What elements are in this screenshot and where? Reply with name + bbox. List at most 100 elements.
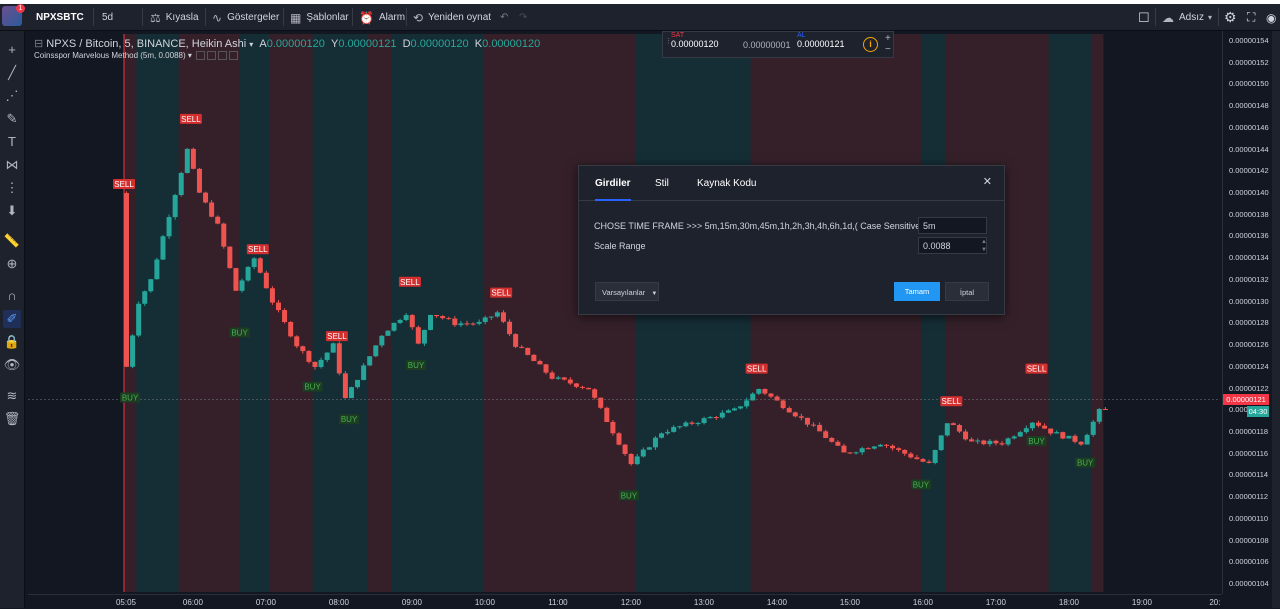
brush-icon[interactable]: ✎: [3, 110, 21, 128]
buy-button[interactable]: AL 0.00000121: [797, 32, 845, 57]
candle-body[interactable]: [336, 343, 342, 374]
candle-body[interactable]: [330, 343, 336, 353]
candle-body[interactable]: [1072, 435, 1078, 442]
candle-body[interactable]: [403, 315, 409, 320]
sell-button[interactable]: SAT 0.00000120: [671, 32, 719, 57]
candle-body[interactable]: [987, 440, 993, 445]
defaults-dropdown[interactable]: Varsayılanlar ▼: [595, 282, 659, 301]
avatar[interactable]: 1: [2, 4, 25, 26]
candle-body[interactable]: [361, 365, 367, 380]
candle-body[interactable]: [665, 431, 671, 434]
candle-body[interactable]: [567, 379, 573, 384]
candle-body[interactable]: [841, 445, 847, 453]
candle-body[interactable]: [1096, 409, 1102, 422]
indicators-button[interactable]: ∿ Göstergeler: [212, 4, 279, 31]
candle-body[interactable]: [136, 303, 142, 336]
candle-body[interactable]: [920, 459, 926, 462]
candle-body[interactable]: [227, 246, 233, 269]
candle-body[interactable]: [154, 259, 160, 280]
cancel-button[interactable]: İptal: [945, 282, 989, 301]
candle-body[interactable]: [835, 441, 841, 446]
candle-body[interactable]: [306, 351, 312, 362]
candle-body[interactable]: [580, 386, 585, 388]
candle-body[interactable]: [1011, 436, 1017, 439]
camera-icon[interactable]: ◉: [1266, 4, 1276, 31]
text-tool-icon[interactable]: T: [3, 133, 21, 151]
candle-body[interactable]: [1029, 422, 1035, 429]
candle-body[interactable]: [634, 456, 640, 465]
candle-body[interactable]: [610, 421, 616, 434]
indicator-more-icon[interactable]: [229, 51, 239, 61]
candle-body[interactable]: [1036, 422, 1041, 426]
candle-body[interactable]: [434, 314, 440, 317]
candle-body[interactable]: [963, 431, 969, 440]
candle-body[interactable]: [756, 389, 762, 394]
candle-body[interactable]: [543, 364, 549, 373]
candle-body[interactable]: [993, 440, 999, 444]
candle-body[interactable]: [592, 389, 598, 398]
candle-body[interactable]: [689, 422, 695, 424]
candle-body[interactable]: [421, 329, 427, 344]
ruler-icon[interactable]: 📏: [3, 232, 21, 250]
candle-body[interactable]: [865, 448, 871, 450]
candle-body[interactable]: [190, 148, 196, 169]
candle-body[interactable]: [616, 433, 622, 445]
candle-body[interactable]: [555, 377, 561, 379]
candle-body[interactable]: [178, 172, 184, 196]
ok-button[interactable]: Tamam: [894, 282, 940, 301]
trend-line-icon[interactable]: ╱: [3, 64, 21, 82]
stepper-up-icon[interactable]: ▲: [981, 239, 987, 245]
candle-body[interactable]: [622, 444, 628, 454]
alarm-button[interactable]: ⏰ Alarm: [359, 4, 405, 31]
candle-body[interactable]: [877, 444, 883, 447]
layout-select-icon[interactable]: ☐: [1138, 4, 1150, 31]
candle-body[interactable]: [732, 408, 737, 411]
arrow-down-icon[interactable]: ⬇: [3, 202, 21, 220]
candle-body[interactable]: [379, 335, 385, 346]
lock-icon[interactable]: 🔒: [3, 333, 21, 351]
candle-body[interactable]: [1102, 409, 1108, 411]
candle-body[interactable]: [1084, 434, 1090, 445]
candle-body[interactable]: [500, 312, 506, 322]
candle-body[interactable]: [324, 352, 330, 360]
plus-icon[interactable]: +: [885, 33, 891, 44]
symbol-search-button[interactable]: NPXSBTC: [36, 4, 84, 31]
candle-body[interactable]: [300, 346, 306, 352]
indicator-title[interactable]: Coinsspor Marvelous Method (5m, 0.0088): [34, 51, 186, 60]
candle-body[interactable]: [859, 448, 865, 453]
candle-body[interactable]: [209, 202, 215, 217]
candle-body[interactable]: [507, 321, 513, 335]
redo-icon[interactable]: ↷: [519, 4, 527, 31]
pattern-tool-icon[interactable]: ⋈: [3, 156, 21, 174]
candle-body[interactable]: [531, 354, 537, 362]
candle-body[interactable]: [203, 192, 209, 203]
close-icon[interactable]: ✕: [983, 175, 992, 188]
candle-body[interactable]: [725, 410, 731, 413]
candle-body[interactable]: [494, 312, 500, 317]
candle-body[interactable]: [513, 334, 519, 347]
candle-body[interactable]: [428, 314, 433, 330]
candle-body[interactable]: [1017, 432, 1023, 437]
crosshair-icon[interactable]: +: [3, 41, 21, 59]
chevron-down-icon[interactable]: ▾: [249, 40, 253, 49]
indicator-visibility-icon[interactable]: [196, 51, 206, 61]
candle-body[interactable]: [488, 316, 494, 318]
candle-body[interactable]: [124, 193, 129, 367]
candle-body[interactable]: [890, 445, 896, 449]
candle-body[interactable]: [342, 373, 348, 399]
candle-body[interactable]: [263, 272, 269, 289]
candle-body[interactable]: [166, 217, 172, 237]
indicator-remove-icon[interactable]: [218, 51, 228, 61]
candle-body[interactable]: [999, 443, 1005, 445]
candle-body[interactable]: [142, 291, 148, 304]
candle-body[interactable]: [981, 440, 987, 445]
candle-body[interactable]: [251, 258, 257, 267]
candle-body[interactable]: [537, 361, 543, 365]
candle-body[interactable]: [677, 426, 683, 428]
candle-body[interactable]: [738, 406, 744, 409]
candle-body[interactable]: [282, 310, 288, 322]
candle-body[interactable]: [884, 444, 889, 446]
tab-inputs[interactable]: Girdiler: [595, 178, 631, 201]
stepper-down-icon[interactable]: ▼: [981, 247, 987, 253]
tab-source-code[interactable]: Kaynak Kodu: [697, 178, 757, 189]
